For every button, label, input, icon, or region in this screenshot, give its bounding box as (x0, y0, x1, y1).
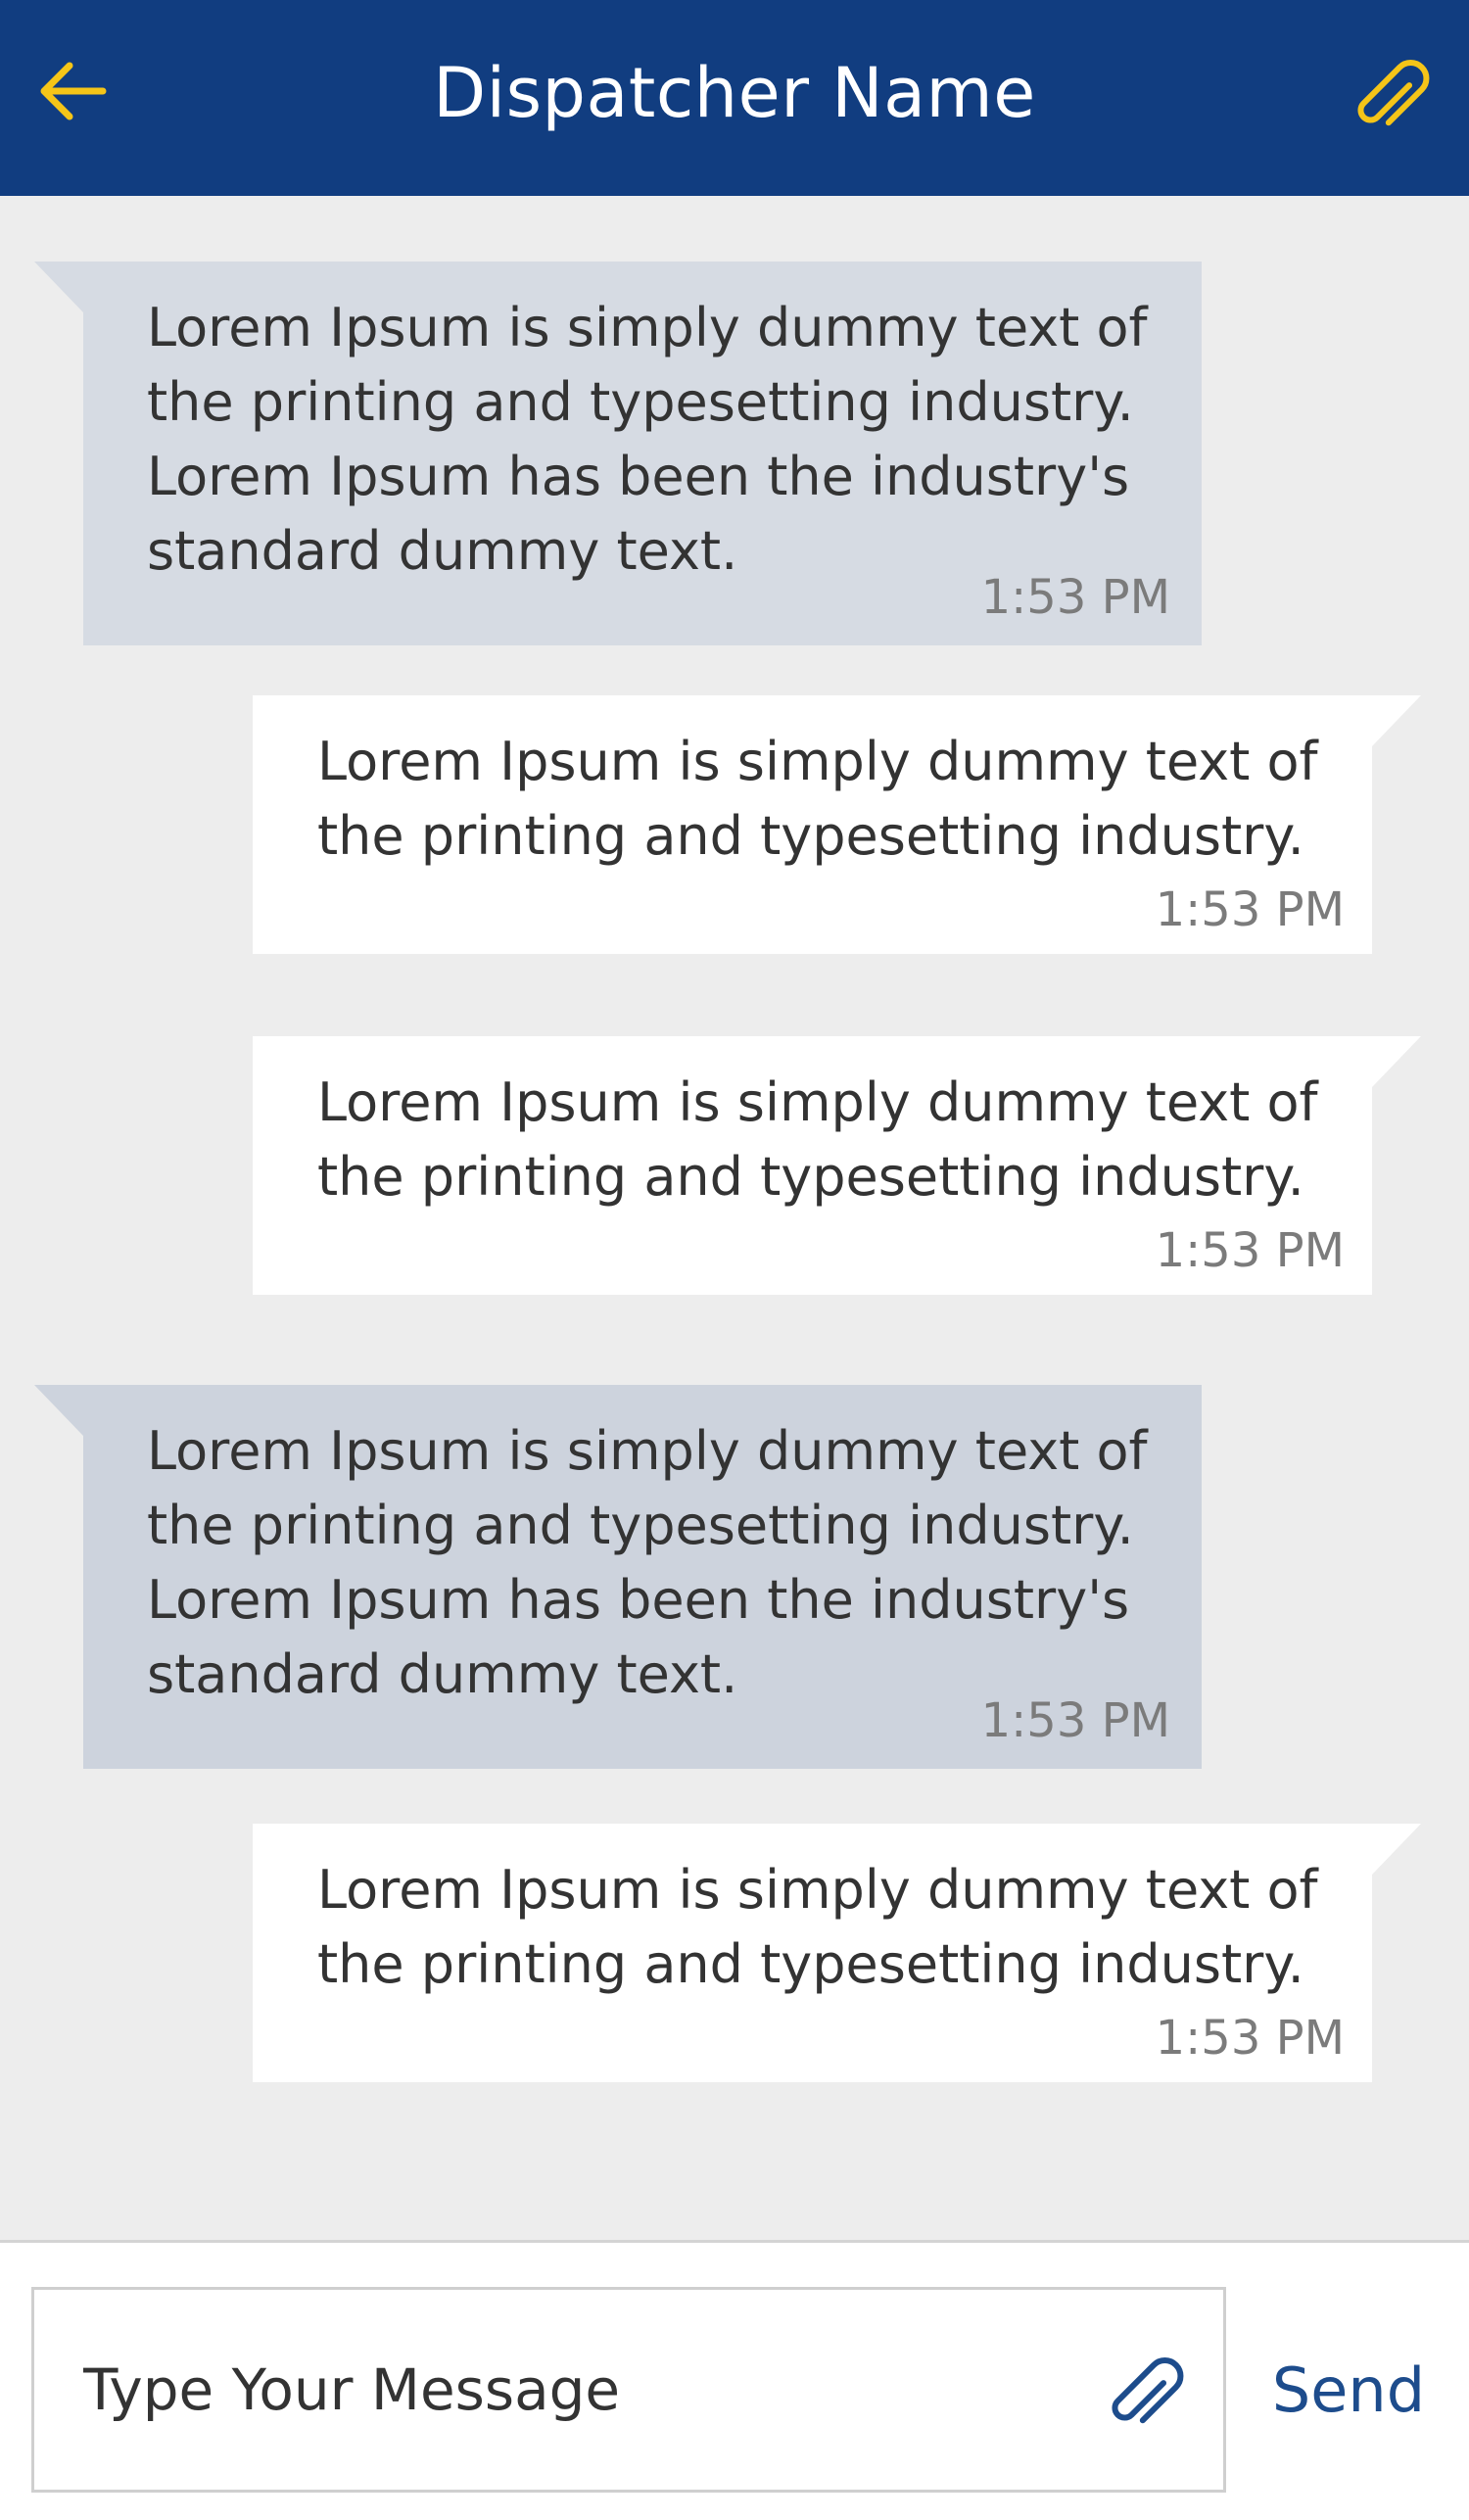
message-time: 1:53 PM (1155, 1223, 1345, 1278)
composer-attach-button[interactable] (1086, 2339, 1194, 2447)
message-incoming: Lorem Ipsum is simply dummy text of the … (34, 1385, 1202, 1769)
message-text: Lorem Ipsum is simply dummy text of the … (317, 731, 1318, 867)
app-header: Dispatcher Name (0, 0, 1469, 196)
page-title: Dispatcher Name (433, 53, 1036, 133)
message-composer: Send (0, 2240, 1469, 2520)
message-time: 1:53 PM (1155, 2011, 1345, 2066)
message-text: Lorem Ipsum is simply dummy text of the … (147, 297, 1148, 582)
header-attach-button[interactable] (1332, 41, 1440, 149)
send-button[interactable]: Send (1246, 2287, 1451, 2493)
message-text: Lorem Ipsum is simply dummy text of the … (317, 1859, 1318, 1995)
message-text: Lorem Ipsum is simply dummy text of the … (147, 1420, 1148, 1705)
message-outgoing: Lorem Ipsum is simply dummy text of the … (253, 1036, 1421, 1295)
message-time: 1:53 PM (1155, 882, 1345, 937)
message-input-box (31, 2287, 1226, 2493)
paperclip-icon (1357, 60, 1430, 126)
message-incoming: Lorem Ipsum is simply dummy text of the … (34, 262, 1202, 645)
paperclip-icon (1112, 2357, 1184, 2424)
message-input[interactable] (83, 2290, 1063, 2490)
message-outgoing: Lorem Ipsum is simply dummy text of the … (253, 1824, 1421, 2082)
message-outgoing: Lorem Ipsum is simply dummy text of the … (253, 695, 1421, 954)
message-text: Lorem Ipsum is simply dummy text of the … (317, 1071, 1318, 1208)
